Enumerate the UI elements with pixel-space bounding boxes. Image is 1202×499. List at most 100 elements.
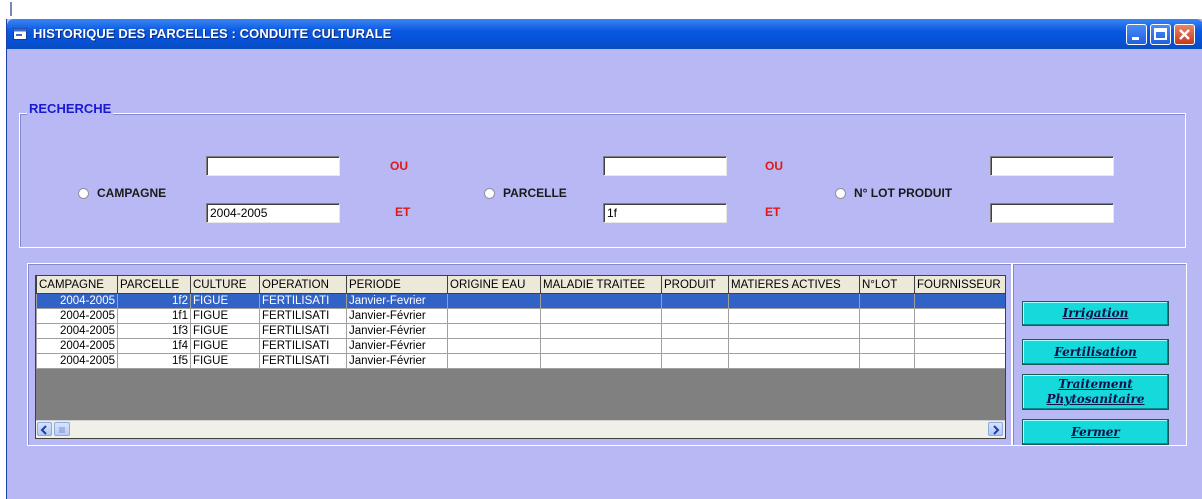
campagne-field-and[interactable]: 2004-2005 (206, 203, 340, 223)
minimize-button[interactable] (1126, 24, 1147, 45)
lot-field-or[interactable] (990, 156, 1114, 176)
table-row[interactable]: 2004-2005 1f1 FIGUE FERTILISATI Janvier-Févr… (36, 308, 1005, 324)
scroll-thumb[interactable] (54, 422, 70, 436)
parcelle-label: PARCELLE (503, 186, 567, 200)
table-cell[interactable] (859, 293, 915, 309)
table-cell[interactable]: Janvier-Février (346, 353, 448, 369)
fermer-button[interactable]: Fermer (1022, 419, 1169, 445)
table-cell[interactable] (447, 308, 541, 324)
scroll-right-button[interactable] (988, 422, 1003, 436)
table-cell[interactable]: FERTILISATI (259, 353, 347, 369)
lot-field-and[interactable] (990, 203, 1114, 223)
table-cell[interactable]: 2004-2005 (36, 293, 118, 309)
table-cell[interactable] (728, 323, 860, 339)
lot-radio[interactable] (835, 187, 846, 199)
table-cell[interactable]: Janvier-Février (346, 323, 448, 339)
column-header[interactable]: PRODUIT (661, 276, 729, 294)
table-cell[interactable] (661, 338, 729, 354)
scroll-left-button[interactable] (37, 422, 52, 436)
title-bar[interactable]: HISTORIQUE DES PARCELLES : CONDUITE CULT… (7, 19, 1202, 49)
table-cell[interactable] (540, 338, 662, 354)
column-header[interactable]: PERIODE (346, 276, 448, 294)
table-cell[interactable]: 2004-2005 (36, 308, 118, 324)
column-header[interactable]: PARCELLE (117, 276, 191, 294)
table-cell[interactable] (728, 308, 860, 324)
table-cell[interactable]: FERTILISATI (259, 293, 347, 309)
table-cell[interactable]: FERTILISATI (259, 308, 347, 324)
parcelle-radio[interactable] (484, 187, 495, 199)
table-row[interactable]: 2004-2005 1f4 FIGUE FERTILISATI Janvier-Févr… (36, 338, 1005, 354)
table-cell[interactable] (859, 338, 915, 354)
column-header[interactable]: FOURNISSEUR (914, 276, 1005, 294)
table-cell[interactable] (914, 323, 1005, 339)
table-cell[interactable] (540, 308, 662, 324)
table-cell[interactable] (728, 353, 860, 369)
table-cell[interactable] (661, 353, 729, 369)
table-cell[interactable]: 1f5 (117, 353, 191, 369)
table-cell[interactable] (540, 293, 662, 309)
desktop-divider (10, 2, 12, 16)
table-cell[interactable]: FIGUE (190, 293, 260, 309)
table-cell[interactable]: 2004-2005 (36, 353, 118, 369)
close-button[interactable] (1174, 24, 1195, 45)
horizontal-scrollbar[interactable] (36, 420, 1005, 438)
table-cell[interactable]: Janvier-Février (346, 338, 448, 354)
parcelle-field-or[interactable] (603, 156, 727, 176)
table-cell[interactable]: Janvier-Février (346, 308, 448, 324)
fertilisation-button[interactable]: Fertilisation (1022, 339, 1169, 365)
table-cell[interactable]: FIGUE (190, 353, 260, 369)
table-cell[interactable] (447, 338, 541, 354)
table-cell[interactable]: FIGUE (190, 338, 260, 354)
table-cell[interactable] (540, 353, 662, 369)
table-cell[interactable]: 1f1 (117, 308, 191, 324)
table-cell[interactable]: FIGUE (190, 308, 260, 324)
irrigation-button[interactable]: Irrigation (1022, 301, 1169, 326)
column-header[interactable]: CULTURE (190, 276, 260, 294)
table-cell[interactable] (859, 353, 915, 369)
column-header[interactable]: OPERATION (259, 276, 347, 294)
traitement-phytosanitaire-button[interactable]: Traitement Phytosanitaire (1022, 374, 1169, 410)
table-cell[interactable]: FERTILISATI (259, 338, 347, 354)
table-cell[interactable]: 1f2 (117, 293, 191, 309)
column-header[interactable]: MATIERES ACTIVES (728, 276, 860, 294)
table-cell[interactable] (914, 338, 1005, 354)
column-header[interactable]: MALADIE TRAITEE (540, 276, 662, 294)
table-row[interactable]: 2004-2005 1f2 FIGUE FERTILISATI Janvier-Fevr… (36, 293, 1005, 309)
parcelle-field-and[interactable]: 1f (603, 203, 727, 223)
column-header[interactable]: N°LOT (859, 276, 915, 294)
lot-label: N° LOT PRODUIT (854, 186, 953, 200)
table-cell[interactable]: 2004-2005 (36, 338, 118, 354)
table-cell[interactable] (540, 323, 662, 339)
table-row[interactable]: 2004-2005 1f3 FIGUE FERTILISATI Janvier-Févr… (36, 323, 1005, 339)
campagne-label: CAMPAGNE (97, 186, 167, 200)
table-cell[interactable]: 2004-2005 (36, 323, 118, 339)
campagne-radio-option[interactable]: CAMPAGNE (78, 186, 166, 200)
table-cell[interactable] (914, 308, 1005, 324)
table-cell[interactable] (728, 338, 860, 354)
results-grid[interactable]: CAMPAGNE PARCELLE CULTURE OPERATION PERIODE O… (35, 275, 1006, 439)
column-header[interactable]: CAMPAGNE (36, 276, 118, 294)
parcelle-radio-option[interactable]: PARCELLE (484, 186, 567, 200)
campagne-field-or[interactable] (206, 156, 340, 176)
table-cell[interactable]: 1f3 (117, 323, 191, 339)
table-cell[interactable] (447, 353, 541, 369)
table-cell[interactable]: Janvier-Fevrier (346, 293, 448, 309)
table-cell[interactable] (661, 308, 729, 324)
table-cell[interactable] (447, 293, 541, 309)
table-cell[interactable] (914, 353, 1005, 369)
lot-radio-option[interactable]: N° LOT PRODUIT (835, 186, 952, 200)
table-cell[interactable] (661, 293, 729, 309)
column-header[interactable]: ORIGINE EAU (447, 276, 541, 294)
table-cell[interactable]: FERTILISATI (259, 323, 347, 339)
table-cell[interactable] (859, 308, 915, 324)
table-cell[interactable] (859, 323, 915, 339)
table-cell[interactable] (728, 293, 860, 309)
campagne-radio[interactable] (78, 187, 89, 199)
table-cell[interactable] (447, 323, 541, 339)
table-cell[interactable] (914, 293, 1005, 309)
table-cell[interactable]: FIGUE (190, 323, 260, 339)
maximize-button[interactable] (1150, 24, 1171, 45)
table-cell[interactable] (661, 323, 729, 339)
table-cell[interactable]: 1f4 (117, 338, 191, 354)
table-row[interactable]: 2004-2005 1f5 FIGUE FERTILISATI Janvier-Févr… (36, 353, 1005, 369)
